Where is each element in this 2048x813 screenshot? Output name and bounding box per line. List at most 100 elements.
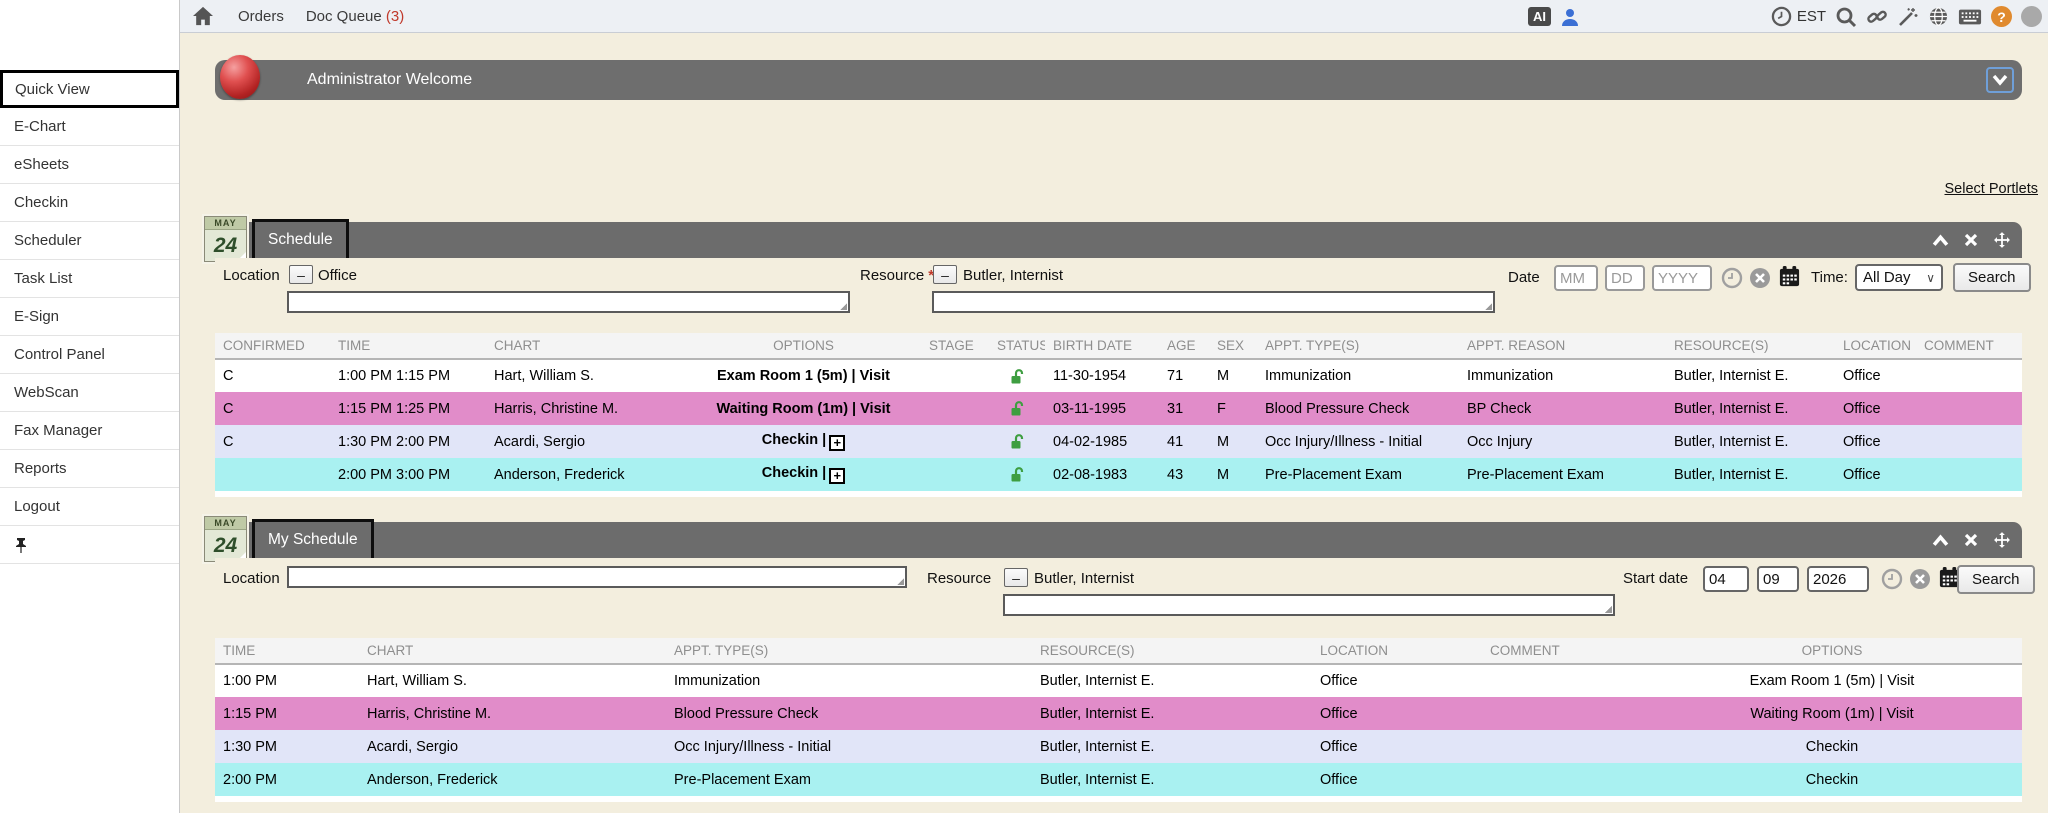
clear-date-button[interactable]	[1909, 568, 1931, 590]
options-cell[interactable]: Checkin |+	[686, 425, 921, 458]
collapse-portlet-button[interactable]	[1931, 231, 1949, 249]
options-link[interactable]: Waiting Room (1m) | Visit	[716, 401, 890, 417]
start-date-month-input[interactable]	[1703, 566, 1749, 592]
sidebar-pin-toggle[interactable]	[0, 526, 179, 564]
options-cell[interactable]: Exam Room 1 (5m) | Visit+	[686, 359, 921, 392]
sidebar-item-e-chart[interactable]: E-Chart	[0, 108, 179, 146]
location-input[interactable]	[287, 566, 907, 588]
options-link[interactable]: Checkin |	[762, 432, 827, 448]
start-date-day-input[interactable]	[1757, 566, 1799, 592]
start-date-year-input[interactable]	[1807, 566, 1869, 592]
appt-reason-cell: Pre-Placement Exam	[1459, 458, 1666, 491]
clear-circle-icon	[1909, 568, 1931, 590]
move-portlet-button[interactable]	[1993, 531, 2011, 549]
calendar-picker-button[interactable]	[1778, 265, 1800, 287]
sidebar-item-label: Fax Manager	[14, 422, 102, 439]
appt-type-cell: Blood Pressure Check	[1257, 392, 1459, 425]
select-portlets-link[interactable]: Select Portlets	[1945, 181, 2039, 197]
options-link[interactable]: Checkin |	[762, 465, 827, 481]
expand-plus-icon[interactable]: +	[829, 435, 845, 451]
collapse-portlet-button[interactable]	[1931, 531, 1949, 549]
expand-plus-icon[interactable]: +	[829, 468, 845, 484]
sidebar-item-logout[interactable]: Logout	[0, 488, 179, 526]
sidebar-menu: Quick View E-Chart eSheets Checkin Sched…	[0, 70, 179, 564]
date-month-input[interactable]	[1554, 265, 1598, 291]
location-cell: Office	[1312, 664, 1482, 697]
help-button[interactable]: ?	[1991, 6, 2012, 27]
wand-button[interactable]	[1897, 6, 1919, 28]
options-link[interactable]: Exam Room 1 (5m) | Visit	[717, 368, 890, 384]
sidebar-item-task-list[interactable]: Task List	[0, 260, 179, 298]
stage-cell	[921, 458, 989, 491]
options-cell[interactable]: Exam Room 1 (5m) | Visit	[1642, 664, 2022, 697]
keyboard-icon	[1958, 8, 1982, 26]
confirmed-cell	[215, 458, 330, 491]
schedule-portlet-title: Schedule	[252, 219, 349, 261]
time-picker-button[interactable]	[1881, 568, 1903, 590]
home-icon	[192, 6, 214, 26]
time-picker-button[interactable]	[1721, 267, 1743, 289]
home-button[interactable]	[192, 5, 216, 27]
options-cell[interactable]: Waiting Room (1m) | Visit	[1642, 697, 2022, 730]
status-cell[interactable]	[989, 359, 1045, 392]
globe-button[interactable]	[1928, 6, 1949, 27]
keyboard-button[interactable]	[1958, 8, 1982, 26]
sidebar-item-checkin[interactable]: Checkin	[0, 184, 179, 222]
nav-link-doc-queue[interactable]: Doc Queue (3)	[306, 8, 404, 25]
resource-input[interactable]	[932, 291, 1495, 313]
move-portlet-button[interactable]	[1993, 231, 2011, 249]
date-year-input[interactable]	[1652, 265, 1712, 291]
close-portlet-button[interactable]	[1962, 231, 1980, 249]
sidebar-item-quick-view[interactable]: Quick View	[0, 70, 179, 108]
clock-icon	[1721, 267, 1743, 289]
stage-cell	[921, 359, 989, 392]
sex-cell: M	[1209, 458, 1257, 491]
sidebar-item-fax-manager[interactable]: Fax Manager	[0, 412, 179, 450]
welcome-collapse-button[interactable]	[1986, 67, 2014, 93]
resource-collapse-button[interactable]: –	[1004, 568, 1028, 587]
status-cell[interactable]	[989, 425, 1045, 458]
appt-type-cell: Blood Pressure Check	[666, 697, 1032, 730]
clear-date-button[interactable]	[1749, 267, 1771, 289]
sidebar-item-esheets[interactable]: eSheets	[0, 146, 179, 184]
options-cell[interactable]: Checkin	[1642, 763, 2022, 796]
status-cell[interactable]	[989, 458, 1045, 491]
sidebar-item-webscan[interactable]: WebScan	[0, 374, 179, 412]
column-header: STATUS	[989, 333, 1045, 359]
sidebar-item-reports[interactable]: Reports	[0, 450, 179, 488]
appointment-row: C 1:15 PM 1:25 PM Harris, Christine M. W…	[215, 392, 2022, 425]
resource-collapse-button[interactable]: –	[933, 265, 957, 284]
options-cell[interactable]: Waiting Room (1m) | Visit+	[686, 392, 921, 425]
status-cell[interactable]	[989, 392, 1045, 425]
schedule-search-button[interactable]: Search	[1953, 263, 2031, 292]
date-day-input[interactable]	[1605, 265, 1645, 291]
column-header: RESOURCE(S)	[1032, 638, 1312, 664]
my-schedule-search-button[interactable]: Search	[1957, 565, 2035, 594]
sidebar-item-scheduler[interactable]: Scheduler	[0, 222, 179, 260]
options-cell[interactable]: Checkin |+	[686, 458, 921, 491]
sidebar-item-e-sign[interactable]: E-Sign	[0, 298, 179, 336]
location-collapse-button[interactable]: –	[289, 265, 313, 284]
resource-input[interactable]	[1003, 594, 1615, 616]
clock-icon	[1881, 568, 1903, 590]
link-button[interactable]	[1866, 6, 1888, 28]
location-input[interactable]	[287, 291, 850, 313]
resource-cell: Butler, Internist E.	[1032, 697, 1312, 730]
sidebar-item-control-panel[interactable]: Control Panel	[0, 336, 179, 374]
ai-badge[interactable]: AI	[1528, 7, 1551, 26]
column-header: AGE	[1159, 333, 1209, 359]
sidebar-item-label: eSheets	[14, 156, 69, 173]
search-button[interactable]	[1835, 6, 1857, 28]
nav-link-orders[interactable]: Orders	[238, 8, 284, 25]
options-cell[interactable]: Checkin	[1642, 730, 2022, 763]
appt-type-cell: Occ Injury/Illness - Initial	[1257, 425, 1459, 458]
age-cell: 41	[1159, 425, 1209, 458]
time-cell: 1:15 PM	[215, 697, 359, 730]
close-portlet-button[interactable]	[1962, 531, 1980, 549]
timezone-clock-button[interactable]	[1771, 6, 1792, 27]
location-value: Office	[318, 267, 357, 284]
appointment-row: C 1:00 PM 1:15 PM Hart, William S. Exam …	[215, 359, 2022, 392]
user-button[interactable]	[1560, 7, 1580, 27]
time-select[interactable]: All Day∨	[1855, 264, 1943, 291]
sidebar-item-label: WebScan	[14, 384, 79, 401]
